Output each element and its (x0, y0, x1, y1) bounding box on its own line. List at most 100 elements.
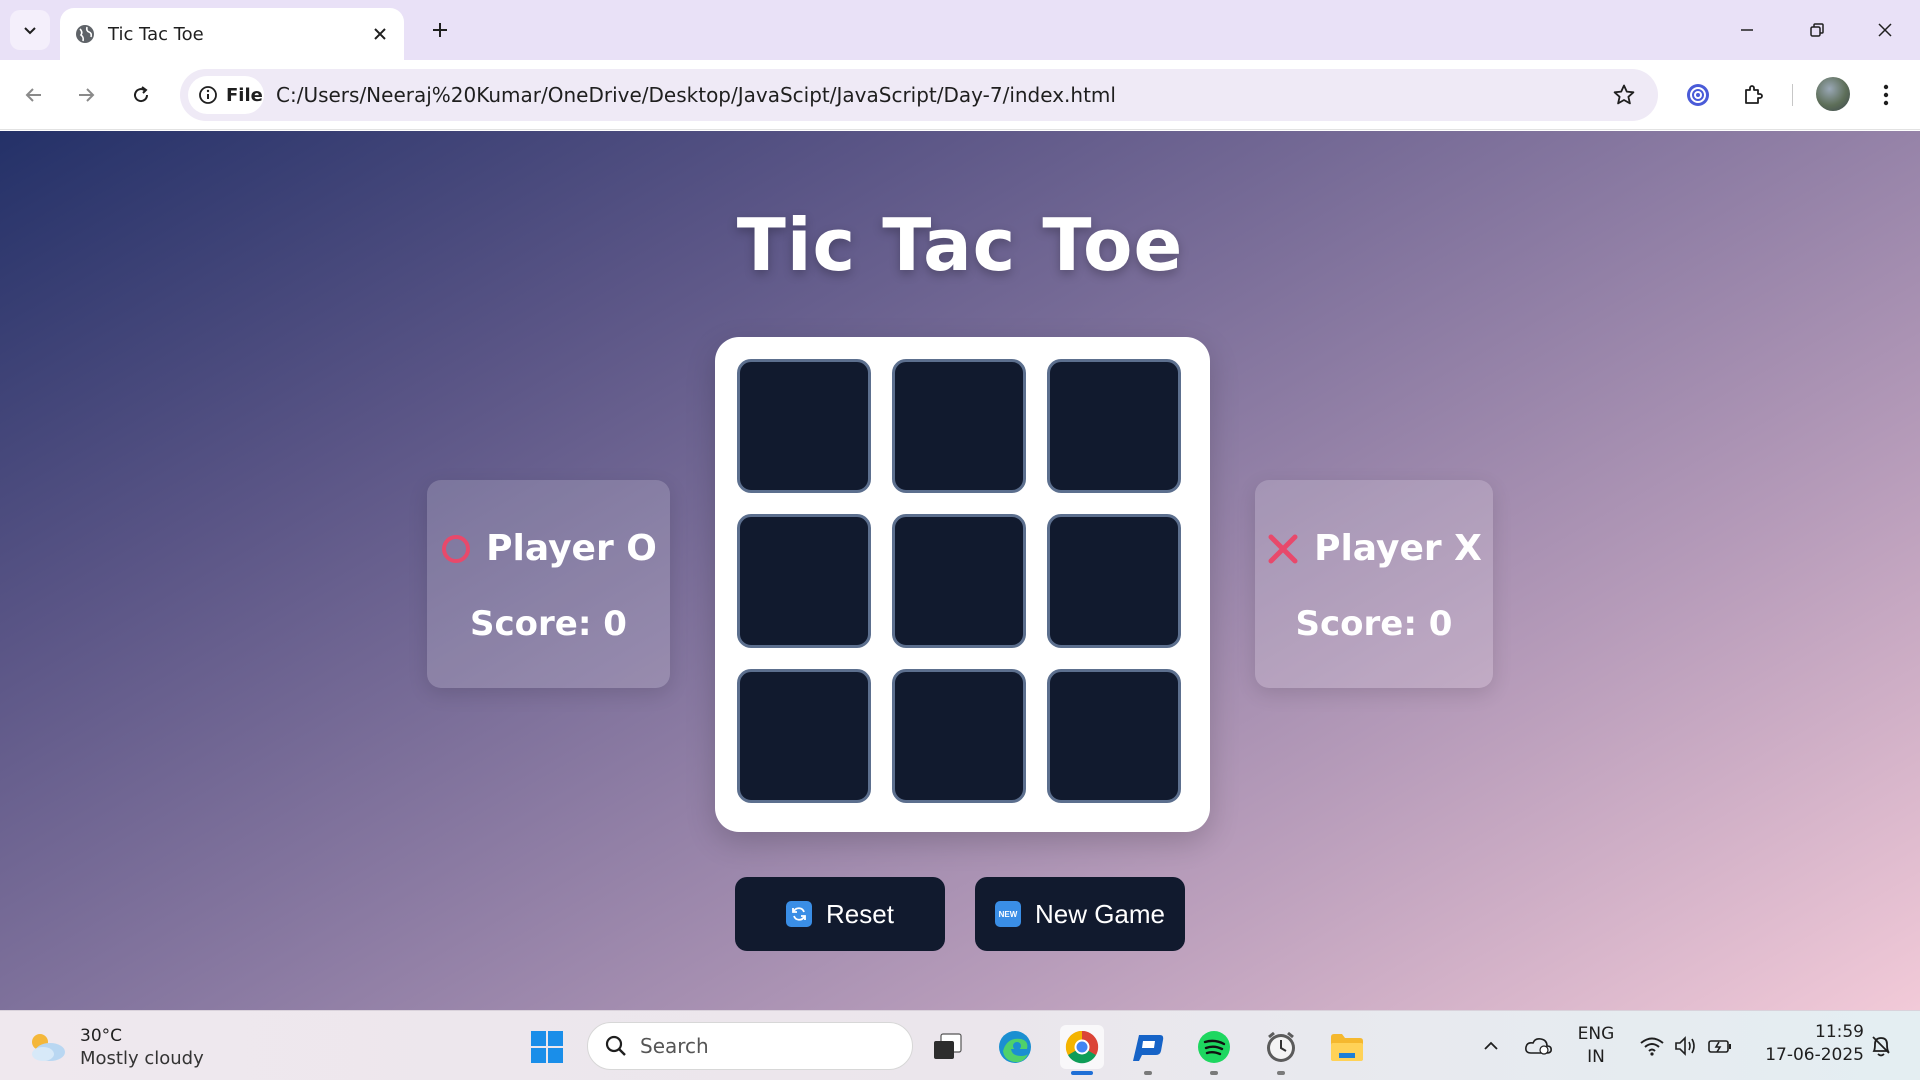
swirl-icon (1687, 84, 1709, 106)
new-game-button[interactable]: NEW New Game (975, 877, 1185, 951)
cloud-sun-icon (32, 1034, 65, 1061)
close-window-button[interactable] (1862, 10, 1908, 50)
taskbar-edge[interactable] (993, 1025, 1037, 1069)
board-cell-1[interactable] (737, 359, 871, 493)
star-icon (1613, 84, 1635, 105)
weather-temperature: 30°C (80, 1025, 123, 1046)
cloud-icon (1525, 1038, 1552, 1055)
chevron-down-icon (24, 27, 36, 35)
task-view-button[interactable] (926, 1025, 970, 1069)
show-hidden-icons-button[interactable] (1476, 1011, 1506, 1080)
player-o-score: Score: 0 (470, 604, 627, 644)
reload-icon (134, 86, 149, 103)
board-cell-2[interactable] (892, 359, 1026, 493)
weather-description: Mostly cloudy (80, 1047, 204, 1069)
taskbar-search[interactable]: Search (587, 1022, 913, 1070)
player-o-name: Player O (486, 528, 657, 569)
running-app-indicator (1210, 1071, 1218, 1075)
arrow-left-icon (25, 88, 41, 102)
wifi-icon (1640, 1037, 1664, 1056)
board-cell-5[interactable] (892, 514, 1026, 648)
taskbar-app-p[interactable] (1126, 1025, 1170, 1075)
minimize-button[interactable] (1724, 10, 1770, 50)
reset-button[interactable]: Reset (735, 877, 945, 951)
active-app-indicator (1071, 1071, 1093, 1075)
reset-emoji-icon (786, 901, 813, 927)
search-placeholder: Search (640, 1034, 709, 1058)
globe-icon (76, 25, 94, 43)
clock-time: 11:59 (1815, 1022, 1864, 1042)
app-p-icon (1133, 1035, 1164, 1061)
forward-button[interactable] (66, 75, 106, 115)
board-cell-3[interactable] (1047, 359, 1181, 493)
browser-tab-bar: Tic Tac Toe (0, 0, 1920, 60)
quick-settings-button[interactable] (1636, 1011, 1736, 1080)
windows-taskbar: 30°C Mostly cloudy Search ENG IN 11:59 1… (0, 1010, 1920, 1080)
edge-icon (999, 1031, 1031, 1063)
bookmark-button[interactable] (1610, 81, 1638, 109)
more-vertical-icon (1883, 84, 1889, 106)
windows-logo-icon (531, 1031, 563, 1063)
taskbar-clock[interactable]: 11:59 17-06-2025 (1748, 1021, 1864, 1067)
site-chip-label: File (226, 84, 263, 106)
player-x-name: Player X (1314, 528, 1482, 569)
restore-icon (1810, 23, 1824, 37)
board-cell-9[interactable] (1047, 669, 1181, 803)
player-x-card: Player X Score: 0 (1255, 480, 1493, 688)
running-app-indicator (1277, 1071, 1285, 1075)
minimize-icon (1741, 29, 1753, 31)
close-icon (374, 28, 386, 40)
board-cell-7[interactable] (737, 669, 871, 803)
start-button[interactable] (525, 1025, 569, 1069)
taskbar-clock-app[interactable] (1259, 1025, 1303, 1075)
browser-toolbar: File C:/Users/Neeraj%20Kumar/OneDrive/De… (0, 60, 1920, 130)
board-cell-8[interactable] (892, 669, 1026, 803)
reset-button-label: Reset (826, 898, 894, 929)
circle-icon (442, 534, 471, 563)
alarm-clock-icon (1267, 1031, 1295, 1062)
onedrive-tray-button[interactable] (1520, 1011, 1556, 1080)
player-o-card: Player O Score: 0 (427, 480, 670, 688)
site-info-chip[interactable]: File (188, 76, 264, 114)
board-cell-4[interactable] (737, 514, 871, 648)
extension-swirl-button[interactable] (1680, 77, 1716, 113)
clock-date: 17-06-2025 (1765, 1045, 1864, 1065)
board-cell-6[interactable] (1047, 514, 1181, 648)
tab-close-button[interactable] (368, 22, 392, 46)
language-indicator[interactable]: ENG IN (1572, 1011, 1620, 1080)
volume-icon (1675, 1036, 1695, 1056)
browser-menu-button[interactable] (1868, 77, 1904, 113)
back-button[interactable] (14, 75, 54, 115)
tab-search-button[interactable] (10, 10, 50, 50)
url-text[interactable]: C:/Users/Neeraj%20Kumar/OneDrive/Desktop… (276, 83, 1116, 107)
browser-tab-active[interactable]: Tic Tac Toe (60, 8, 404, 60)
cross-icon (1268, 534, 1298, 563)
taskbar-chrome[interactable] (1060, 1025, 1104, 1075)
chrome-icon (1065, 1030, 1099, 1064)
player-o-header: Player O (427, 528, 670, 569)
extensions-button[interactable] (1736, 77, 1772, 113)
taskbar-spotify[interactable] (1192, 1025, 1236, 1075)
notifications-button[interactable] (1866, 1011, 1896, 1080)
reload-button[interactable] (121, 75, 161, 115)
arrow-right-icon (79, 88, 95, 102)
new-tab-button[interactable] (424, 14, 456, 46)
weather-widget[interactable]: 30°C Mostly cloudy (26, 1023, 204, 1071)
plus-icon (433, 23, 447, 37)
profile-avatar[interactable] (1816, 77, 1850, 111)
close-icon (1878, 23, 1892, 37)
spotify-icon (1198, 1031, 1230, 1063)
address-bar[interactable]: File C:/Users/Neeraj%20Kumar/OneDrive/De… (180, 69, 1658, 121)
region-code: IN (1587, 1047, 1605, 1067)
page-title: Tic Tac Toe (736, 203, 1184, 287)
puzzle-icon (1745, 85, 1763, 104)
game-board (715, 337, 1210, 832)
tab-title: Tic Tac Toe (108, 23, 204, 45)
new-emoji-icon: NEW (994, 901, 1021, 927)
page-viewport: Tic Tac Toe Player O Score: 0 Player X S… (0, 131, 1920, 1010)
restore-button[interactable] (1794, 10, 1840, 50)
notification-bell-icon (1872, 1036, 1890, 1057)
chevron-up-icon (1484, 1041, 1498, 1050)
language-code: ENG (1577, 1024, 1615, 1044)
taskbar-file-explorer[interactable] (1325, 1025, 1369, 1069)
